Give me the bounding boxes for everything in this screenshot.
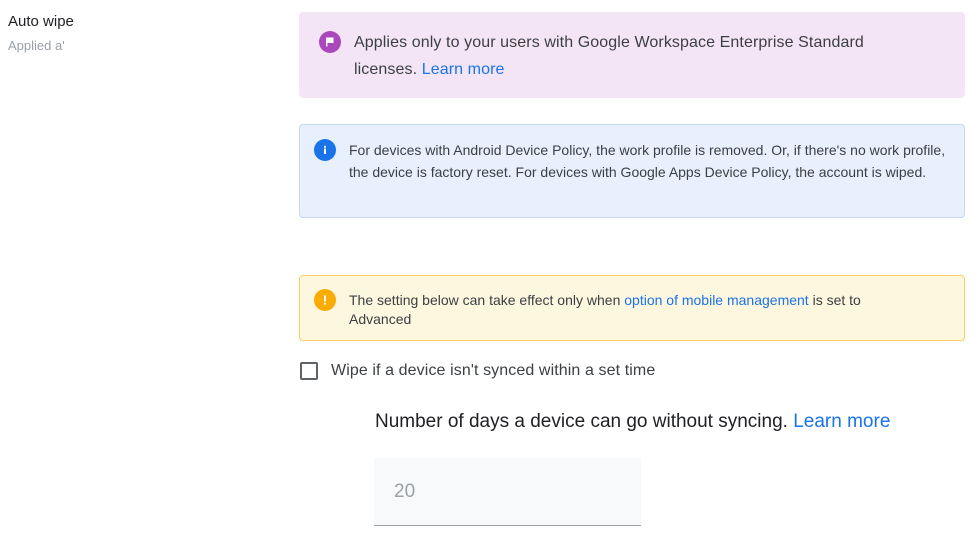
warning-icon: [314, 289, 336, 311]
days-learn-more-link[interactable]: Learn more: [793, 411, 890, 432]
wipe-checkbox-label: Wipe if a device isn't synced within a s…: [331, 362, 656, 379]
enterprise-banner-text: Applies only to your users with Google W…: [354, 29, 925, 83]
info-banner-text: For devices with Android Device Policy, …: [349, 142, 946, 180]
setting-header: Auto wipe Applied a': [8, 12, 268, 55]
warning-banner-text: The setting below can take effect only w…: [349, 291, 924, 329]
days-input[interactable]: [374, 458, 641, 526]
setting-title: Auto wipe: [8, 13, 74, 30]
info-icon: [314, 139, 336, 161]
enterprise-learn-more-link[interactable]: Learn more: [422, 61, 505, 78]
days-heading-text: Number of days a device can go without s…: [375, 411, 794, 432]
enterprise-license-banner: Applies only to your users with Google W…: [299, 12, 965, 98]
info-banner: For devices with Android Device Policy, …: [299, 124, 965, 218]
setting-subtitle: Applied a': [8, 38, 65, 53]
days-heading: Number of days a device can go without s…: [375, 410, 890, 434]
wipe-option-row[interactable]: Wipe if a device isn't synced within a s…: [300, 362, 655, 380]
flag-icon: [319, 31, 341, 53]
mobile-management-link[interactable]: option of mobile management: [624, 292, 808, 308]
warning-text-before: The setting below can take effect only w…: [349, 292, 625, 308]
warning-banner: The setting below can take effect only w…: [299, 275, 965, 341]
wipe-checkbox[interactable]: [300, 362, 318, 380]
